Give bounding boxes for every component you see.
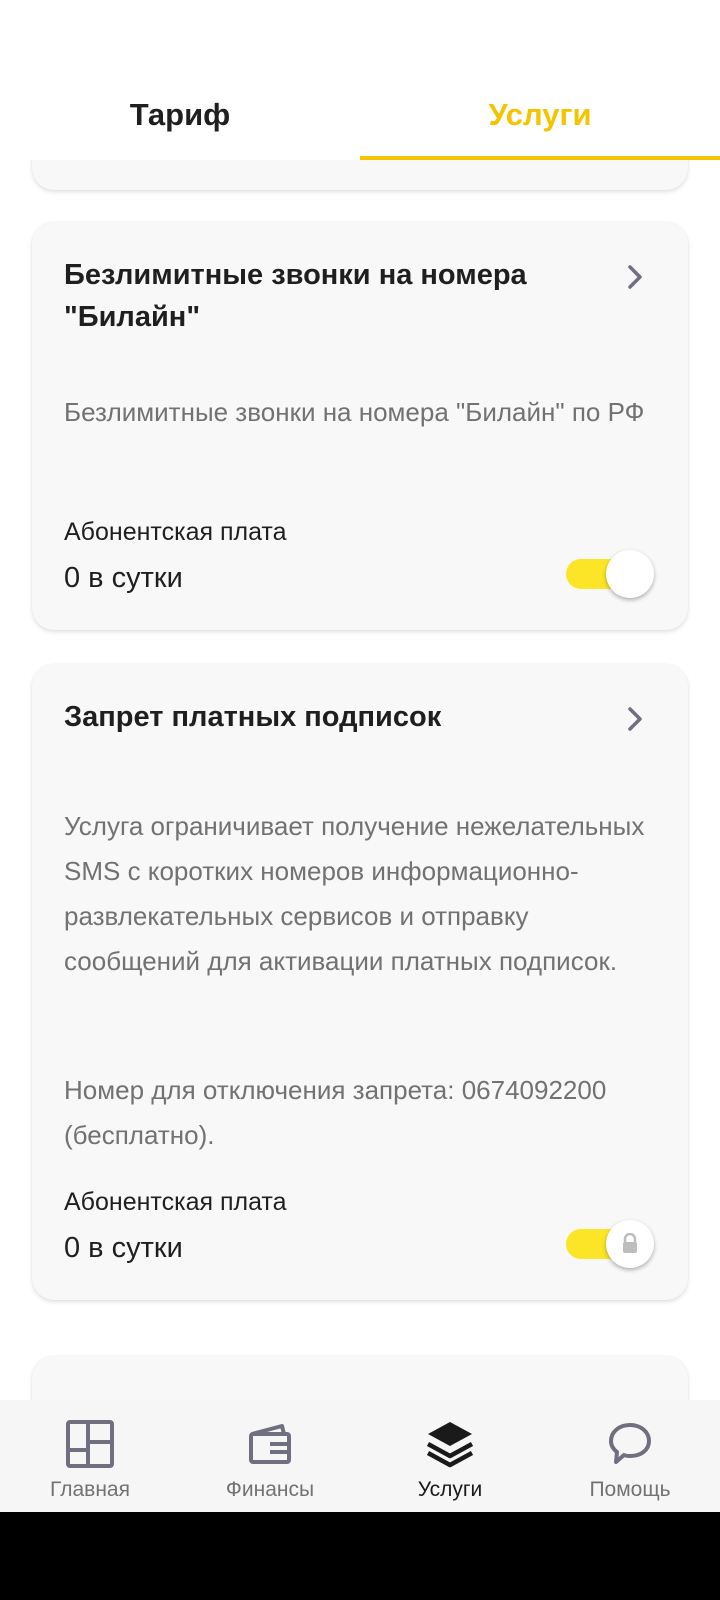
fee-label: Абонентская плата	[64, 1188, 287, 1216]
tab-bar: Тариф Услуги	[0, 70, 720, 160]
system-navigation-bar	[0, 1512, 720, 1600]
tab-tariff[interactable]: Тариф	[0, 70, 360, 160]
speech-bubble-icon	[609, 1423, 651, 1464]
fee-value: 0 в сутки	[64, 562, 183, 594]
status-bar	[0, 0, 720, 70]
wallet-icon	[249, 1424, 291, 1464]
fee-value: 0 в сутки	[64, 1232, 183, 1264]
chevron-right-icon[interactable]	[622, 704, 648, 734]
tab-services[interactable]: Услуги	[360, 70, 720, 160]
service-description: Безлимитные звонки на номера "Билайн" по…	[64, 397, 645, 427]
toggle-knob	[606, 550, 654, 598]
service-note: Номер для отключения запрета: 0674092200…	[64, 1075, 607, 1150]
nav-help[interactable]: Помощь	[540, 1400, 720, 1512]
nav-label: Услуги	[417, 1478, 483, 1501]
service-card-unlimited-calls[interactable]: Безлимитные звонки на номера "Билайн" Бе…	[32, 222, 688, 630]
toggle-knob	[606, 1220, 654, 1268]
services-list[interactable]: Безлимитные звонки на номера "Билайн" Бе…	[0, 160, 720, 1400]
nav-label: Финансы	[225, 1478, 315, 1501]
dashboard-grid-icon	[66, 1420, 114, 1468]
service-description: Услуга ограничивает получение нежелатель…	[64, 811, 645, 976]
service-title: Безлимитные звонки на номера "Билайн"	[64, 259, 527, 333]
service-toggle[interactable]	[564, 550, 654, 598]
nav-label: Главная	[50, 1478, 130, 1501]
nav-label: Помощь	[589, 1478, 671, 1501]
layers-icon	[426, 1422, 474, 1468]
service-card-next[interactable]	[32, 1356, 688, 1400]
service-title: Запрет платных подписок	[64, 701, 442, 733]
fee-label: Абонентская плата	[64, 518, 287, 546]
service-toggle-locked[interactable]	[564, 1220, 654, 1268]
nav-services[interactable]: Услуги	[360, 1400, 540, 1512]
bottom-navigation: Главная Финансы Услуги Помощь	[0, 1400, 720, 1512]
service-card-previous	[32, 160, 688, 190]
nav-home[interactable]: Главная	[0, 1400, 180, 1512]
chevron-right-icon[interactable]	[622, 262, 648, 292]
nav-finance[interactable]: Финансы	[180, 1400, 360, 1512]
lock-icon	[623, 1233, 637, 1253]
service-card-subscription-ban[interactable]: Запрет платных подписок Услуга ограничив…	[32, 664, 688, 1300]
